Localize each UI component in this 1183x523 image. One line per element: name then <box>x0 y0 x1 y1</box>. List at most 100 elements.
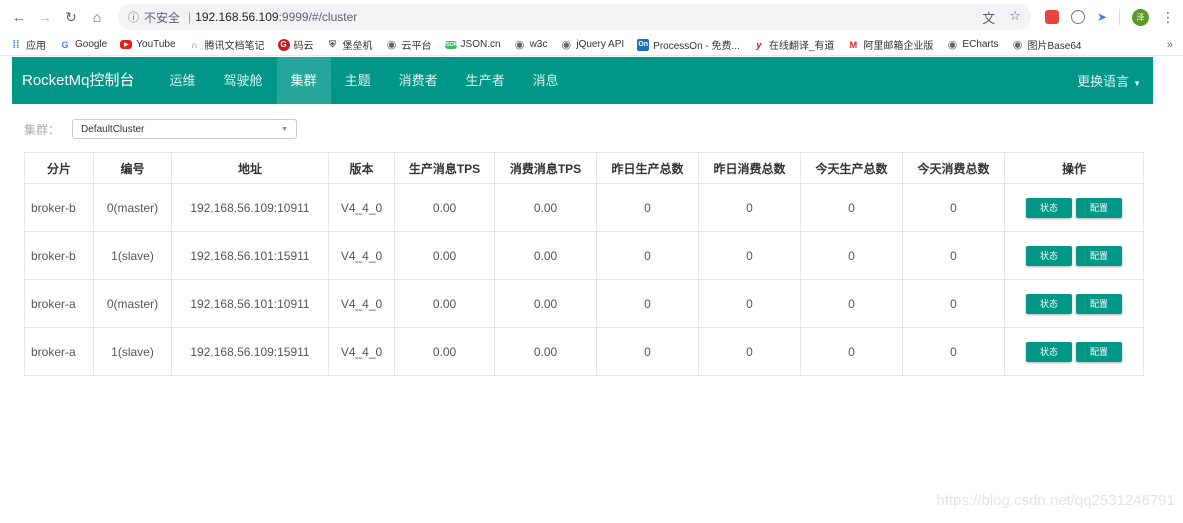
bookmark-label: 应用 <box>26 41 46 52</box>
table-row: broker-a 1(slave) 192.168.56.109:15911 V4_4… <box>24 327 1144 376</box>
yesterday-consume-cell: 0 <box>698 327 801 376</box>
app-navbar: RocketMq控制台 运维 驾驶舱 集群 主题 消费者 生产者 消息 更换语言… <box>12 57 1153 104</box>
bookmark-tencent-docs[interactable]: ∩ 腾讯文档笔记 <box>189 37 264 53</box>
bookmark-youtube[interactable]: ▶ YouTube <box>120 39 176 50</box>
config-button[interactable]: 配置 <box>1076 293 1122 314</box>
table-row: broker-b 0(master) 192.168.56.109:10911 V4_… <box>24 183 1144 232</box>
address-bar[interactable]: ⓘ 不安全 | 192.168.56.109:9999/#/cluster 文 … <box>118 4 1031 30</box>
col-consume-tps: 消费消息TPS <box>494 152 597 184</box>
bookmark-label: 码云 <box>293 41 314 52</box>
status-button[interactable]: 状态 <box>1026 341 1072 362</box>
url-host: 192.168.56.109 <box>195 10 279 24</box>
url-path: :9999/#/cluster <box>278 10 358 24</box>
shield-icon: ⛨ <box>329 39 336 49</box>
bookmark-google[interactable]: G Google <box>59 39 107 51</box>
more-bookmarks-icon[interactable]: » <box>1167 39 1173 51</box>
address-cell: 192.168.56.109:15911 <box>171 327 329 376</box>
profile-avatar[interactable]: 泽 <box>1132 8 1149 26</box>
bookmark-processon[interactable]: On ProcessOn - 免费... <box>637 37 740 52</box>
shard-cell: broker-b <box>24 183 94 232</box>
forward-icon[interactable]: → <box>34 6 56 28</box>
brand-logo[interactable]: RocketMq控制台 <box>12 57 156 104</box>
bookmark-jquery[interactable]: ◉ jQuery API <box>560 39 625 51</box>
bookmark-w3c[interactable]: ◉ w3c <box>514 39 548 51</box>
star-icon[interactable]: ☆ <box>1009 8 1021 27</box>
bookmark-apps[interactable]: ⁞⁞ 应用 <box>10 37 46 53</box>
status-button[interactable]: 状态 <box>1026 245 1072 266</box>
actions-cell: 状态 配置 <box>1004 279 1144 328</box>
col-today-consume: 今天消费总数 <box>902 152 1005 184</box>
back-icon[interactable]: ← <box>8 6 30 28</box>
globe-icon: ◉ <box>1012 39 1023 51</box>
config-button[interactable]: 配置 <box>1076 341 1122 362</box>
nav-cluster[interactable]: 集群 <box>276 57 331 104</box>
bookmark-label: ProcessOn - 免费... <box>653 41 740 52</box>
today-consume-cell: 0 <box>902 231 1005 280</box>
nav-ops[interactable]: 运维 <box>156 57 210 104</box>
broker-table: 分片 编号 地址 版本 生产消息TPS 消费消息TPS 昨日生产总数 昨日消费总… <box>24 152 1144 376</box>
apps-grid-icon: ⁞⁞ <box>12 38 20 51</box>
status-button[interactable]: 状态 <box>1026 197 1072 218</box>
extension-circle-icon[interactable] <box>1070 10 1085 24</box>
status-button[interactable]: 状态 <box>1026 293 1072 314</box>
table-header-row: 分片 编号 地址 版本 生产消息TPS 消费消息TPS 昨日生产总数 昨日消费总… <box>24 152 1144 184</box>
bookmark-label: 阿里邮箱企业版 <box>863 41 934 52</box>
produce-tps-cell: 0.00 <box>394 279 495 328</box>
translate-icon[interactable]: 文 <box>982 8 995 27</box>
cluster-select[interactable]: DefaultCluster ▼ <box>72 119 298 139</box>
bookmark-label: JSON.cn <box>460 39 501 50</box>
version-cell: V4_4_0 <box>328 183 395 232</box>
col-shard: 分片 <box>24 152 94 184</box>
bookmark-bastion[interactable]: ⛨ 堡垒机 <box>327 37 373 52</box>
reload-icon[interactable]: ↻ <box>60 6 82 28</box>
language-label: 更换语言 <box>1077 74 1130 89</box>
info-icon[interactable]: ⓘ <box>128 9 139 25</box>
nav-producer[interactable]: 生产者 <box>452 57 519 104</box>
address-cell: 192.168.56.101:10911 <box>171 279 329 328</box>
table-row: broker-b 1(slave) 192.168.56.101:15911 V4_4… <box>24 231 1144 280</box>
url-separator: | <box>188 10 192 24</box>
id-cell: 1(slave) <box>93 327 172 376</box>
bookmark-alimail[interactable]: M 阿里邮箱企业版 <box>847 37 934 53</box>
bookmark-label: 堡垒机 <box>342 41 373 52</box>
yesterday-consume-cell: 0 <box>698 183 801 232</box>
version-cell: V4_4_0 <box>328 327 395 376</box>
config-button[interactable]: 配置 <box>1076 245 1122 266</box>
col-actions: 操作 <box>1004 152 1144 184</box>
today-consume-cell: 0 <box>902 183 1005 232</box>
col-address: 地址 <box>171 152 329 184</box>
config-button[interactable]: 配置 <box>1076 197 1122 218</box>
produce-tps-cell: 0.00 <box>394 327 495 376</box>
bookmark-youdao[interactable]: y 在线翻译_有道 <box>753 37 834 53</box>
language-dropdown[interactable]: 更换语言 ▼ <box>1077 71 1153 90</box>
bookmark-gitee[interactable]: G 码云 <box>277 37 314 52</box>
today-produce-cell: 0 <box>800 231 903 280</box>
today-produce-cell: 0 <box>800 183 903 232</box>
nav-topic[interactable]: 主题 <box>331 57 385 104</box>
nav-message[interactable]: 消息 <box>519 57 573 104</box>
bookmark-cloud[interactable]: ◉ 云平台 <box>386 37 432 52</box>
today-consume-cell: 0 <box>902 279 1005 328</box>
col-id: 编号 <box>93 152 172 184</box>
produce-tps-cell: 0.00 <box>394 183 495 232</box>
id-cell: 0(master) <box>93 279 172 328</box>
bookmark-label: w3c <box>529 39 548 50</box>
col-yesterday-consume: 昨日消费总数 <box>698 152 801 184</box>
col-today-produce: 今天生产总数 <box>800 152 903 184</box>
bookmark-base64[interactable]: ◉ 图片Base64 <box>1012 37 1082 52</box>
extension-dice-icon[interactable] <box>1044 10 1059 24</box>
bookmark-echarts[interactable]: ◉ ECharts <box>946 39 999 51</box>
nav-consumer[interactable]: 消费者 <box>385 57 452 104</box>
today-consume-cell: 0 <box>902 327 1005 376</box>
nav-dashboard[interactable]: 驾驶舱 <box>210 57 277 104</box>
home-icon[interactable]: ⌂ <box>86 6 108 28</box>
bookmark-json[interactable]: JSON JSON.cn <box>444 39 501 50</box>
tencent-docs-icon: ∩ <box>191 39 198 50</box>
menu-kebab-icon[interactable]: ⋮ <box>1161 9 1175 26</box>
version-cell: V4_4_0 <box>328 279 395 328</box>
chevron-down-icon: ▼ <box>281 125 289 133</box>
cluster-select-value: DefaultCluster <box>81 123 145 135</box>
browser-toolbar: ← → ↻ ⌂ ⓘ 不安全 | 192.168.56.109:9999/#/cl… <box>0 0 1183 34</box>
actions-cell: 状态 配置 <box>1004 327 1144 376</box>
extension-arrow-icon[interactable]: ➤ <box>1097 10 1107 24</box>
